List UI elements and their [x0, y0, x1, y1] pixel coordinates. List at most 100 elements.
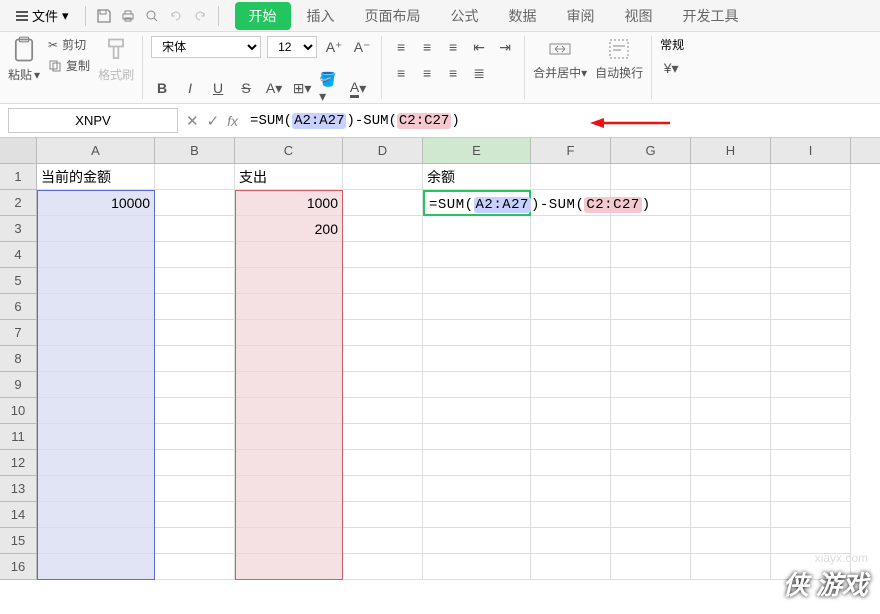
cell-B1[interactable] — [155, 164, 235, 190]
cell-F9[interactable] — [531, 372, 611, 398]
align-bottom-icon[interactable]: ≡ — [442, 36, 464, 58]
cell-A13[interactable] — [37, 476, 155, 502]
cell-H4[interactable] — [691, 242, 771, 268]
cell-B2[interactable] — [155, 190, 235, 216]
cell-I15[interactable] — [771, 528, 851, 554]
cell-E7[interactable] — [423, 320, 531, 346]
merge-center-button[interactable]: 合并居中▾ — [533, 36, 587, 81]
cell-E3[interactable] — [423, 216, 531, 242]
increase-font-icon[interactable]: A⁺ — [323, 36, 345, 58]
cell-H6[interactable] — [691, 294, 771, 320]
bold-button[interactable]: B — [151, 77, 173, 99]
cell-G7[interactable] — [611, 320, 691, 346]
cell-C1[interactable]: 支出 — [235, 164, 343, 190]
tab-data[interactable]: 数据 — [495, 2, 551, 30]
cell-B7[interactable] — [155, 320, 235, 346]
copy-button[interactable]: 复制 — [48, 57, 90, 74]
cell-F14[interactable] — [531, 502, 611, 528]
cell-C4[interactable] — [235, 242, 343, 268]
cell-E5[interactable] — [423, 268, 531, 294]
cell-G13[interactable] — [611, 476, 691, 502]
col-header-G[interactable]: G — [611, 138, 691, 163]
row-header[interactable]: 4 — [0, 242, 37, 268]
font-effects-button[interactable]: A▾ — [263, 77, 285, 99]
cell-I14[interactable] — [771, 502, 851, 528]
cell-I16[interactable] — [771, 554, 851, 580]
cell-F12[interactable] — [531, 450, 611, 476]
cell-A15[interactable] — [37, 528, 155, 554]
cell-G4[interactable] — [611, 242, 691, 268]
wrap-text-button[interactable]: 自动换行 — [595, 36, 643, 81]
cell-E13[interactable] — [423, 476, 531, 502]
underline-button[interactable]: U — [207, 77, 229, 99]
row-header[interactable]: 3 — [0, 216, 37, 242]
cell-B11[interactable] — [155, 424, 235, 450]
cell-A3[interactable] — [37, 216, 155, 242]
cell-D16[interactable] — [343, 554, 423, 580]
cell-D2[interactable] — [343, 190, 423, 216]
cell-A11[interactable] — [37, 424, 155, 450]
cell-D9[interactable] — [343, 372, 423, 398]
cell-F3[interactable] — [531, 216, 611, 242]
cell-A5[interactable] — [37, 268, 155, 294]
cell-G10[interactable] — [611, 398, 691, 424]
font-color-button[interactable]: A▾ — [347, 77, 369, 99]
cell-I12[interactable] — [771, 450, 851, 476]
cell-G9[interactable] — [611, 372, 691, 398]
row-header[interactable]: 9 — [0, 372, 37, 398]
decrease-indent-icon[interactable]: ⇤ — [468, 36, 490, 58]
cell-H2[interactable] — [691, 190, 771, 216]
cell-C10[interactable] — [235, 398, 343, 424]
cell-E10[interactable] — [423, 398, 531, 424]
cell-I10[interactable] — [771, 398, 851, 424]
row-header[interactable]: 12 — [0, 450, 37, 476]
cell-D3[interactable] — [343, 216, 423, 242]
cell-B5[interactable] — [155, 268, 235, 294]
row-header[interactable]: 5 — [0, 268, 37, 294]
fill-color-button[interactable]: 🪣▾ — [319, 77, 341, 99]
border-button[interactable]: ⊞▾ — [291, 77, 313, 99]
cell-D8[interactable] — [343, 346, 423, 372]
cell-F13[interactable] — [531, 476, 611, 502]
tab-formula[interactable]: 公式 — [437, 2, 493, 30]
cell-H5[interactable] — [691, 268, 771, 294]
cell-C9[interactable] — [235, 372, 343, 398]
cell-H13[interactable] — [691, 476, 771, 502]
row-header[interactable]: 1 — [0, 164, 37, 190]
col-header-I[interactable]: I — [771, 138, 851, 163]
row-header[interactable]: 11 — [0, 424, 37, 450]
cell-D10[interactable] — [343, 398, 423, 424]
cell-E1[interactable]: 余额 — [423, 164, 531, 190]
row-header[interactable]: 10 — [0, 398, 37, 424]
cell-F5[interactable] — [531, 268, 611, 294]
format-painter-button[interactable]: 格式刷 — [98, 36, 134, 83]
font-size-select[interactable]: 12 — [267, 36, 317, 58]
col-header-F[interactable]: F — [531, 138, 611, 163]
cell-A14[interactable] — [37, 502, 155, 528]
cell-H9[interactable] — [691, 372, 771, 398]
row-header[interactable]: 15 — [0, 528, 37, 554]
col-header-C[interactable]: C — [235, 138, 343, 163]
tab-start[interactable]: 开始 — [235, 2, 291, 30]
row-header[interactable]: 6 — [0, 294, 37, 320]
col-header-A[interactable]: A — [37, 138, 155, 163]
cell-D14[interactable] — [343, 502, 423, 528]
cell-G8[interactable] — [611, 346, 691, 372]
cut-button[interactable]: ✂剪切 — [48, 36, 90, 53]
print-preview-icon[interactable] — [142, 6, 162, 26]
accept-formula-icon[interactable]: ✓ — [207, 112, 220, 130]
cell-I8[interactable] — [771, 346, 851, 372]
cell-G5[interactable] — [611, 268, 691, 294]
cell-G11[interactable] — [611, 424, 691, 450]
cell-B6[interactable] — [155, 294, 235, 320]
cell-D4[interactable] — [343, 242, 423, 268]
cell-B8[interactable] — [155, 346, 235, 372]
align-middle-icon[interactable]: ≡ — [416, 36, 438, 58]
font-name-select[interactable]: 宋体 — [151, 36, 261, 58]
cell-C7[interactable] — [235, 320, 343, 346]
cell-F6[interactable] — [531, 294, 611, 320]
cell-C8[interactable] — [235, 346, 343, 372]
print-icon[interactable] — [118, 6, 138, 26]
cell-A12[interactable] — [37, 450, 155, 476]
cell-E4[interactable] — [423, 242, 531, 268]
